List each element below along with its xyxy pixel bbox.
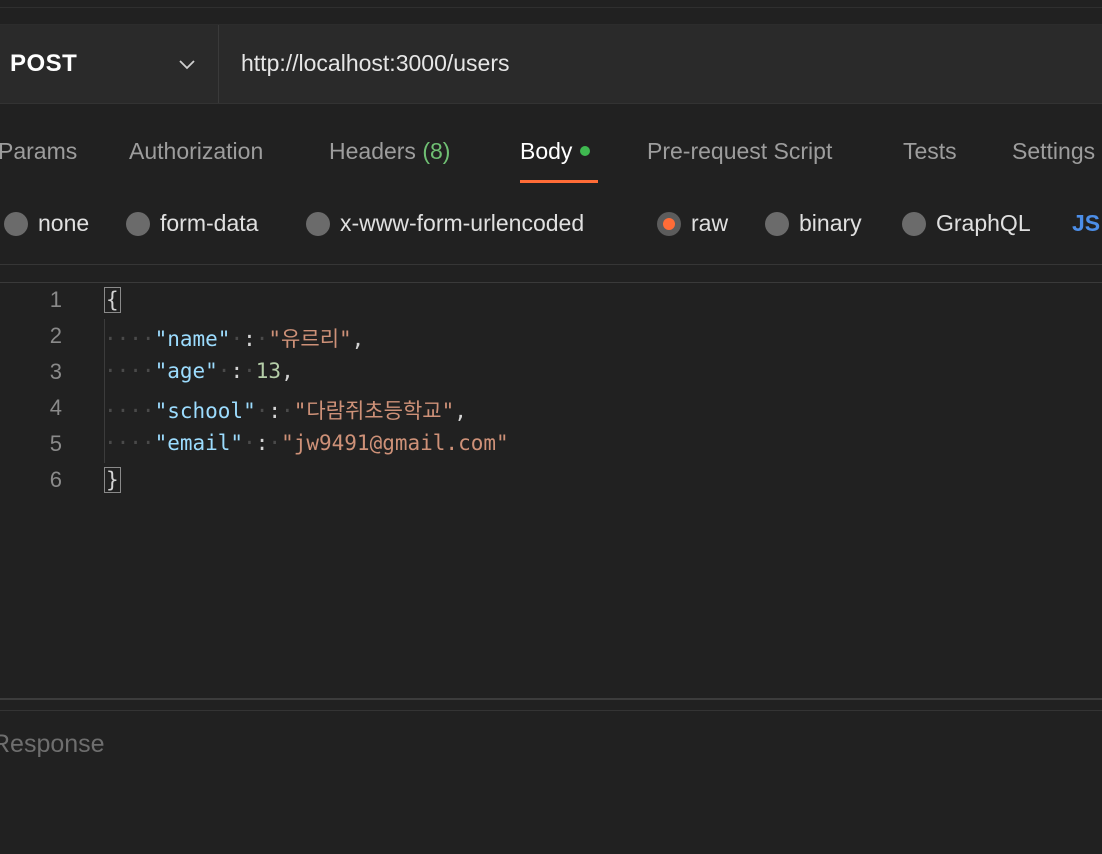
- json-key: "school": [154, 399, 256, 423]
- tab-headers-label: Headers: [329, 138, 416, 164]
- request-tabs: Params Authorization Headers (8) Body Pr…: [0, 104, 1102, 188]
- radio-label: GraphQL: [936, 210, 1031, 236]
- line-code: ····"school"·:·"다람쥐초등학교",: [104, 399, 467, 423]
- json-value: "유르리": [268, 327, 352, 351]
- editor-line: 5 ····"email"·:·"jw9491@gmail.com": [0, 431, 1102, 467]
- tab-tests[interactable]: Tests: [903, 138, 957, 165]
- radio-label: x-www-form-urlencoded: [340, 210, 585, 236]
- close-brace: }: [104, 467, 121, 493]
- line-number: 5: [49, 431, 62, 456]
- radio-circle-icon: [306, 212, 330, 236]
- json-key: "email": [154, 431, 244, 455]
- url-text: http://localhost:3000/users: [241, 50, 510, 76]
- request-editor: POST http://localhost:3000/users Params …: [0, 0, 1102, 854]
- json-key: "name": [154, 327, 231, 351]
- radio-circle-icon: [902, 212, 926, 236]
- tab-body[interactable]: Body: [520, 138, 591, 165]
- line-number: 1: [49, 287, 62, 312]
- radio-label: binary: [799, 210, 862, 236]
- line-code: }: [104, 467, 121, 493]
- body-type-options: none form-data x-www-form-urlencoded raw…: [0, 188, 1102, 265]
- json-key: "age": [154, 359, 218, 383]
- line-code: {: [104, 287, 121, 313]
- method-label: POST: [10, 50, 78, 77]
- line-number: 3: [49, 359, 62, 384]
- tab-headers[interactable]: Headers (8): [329, 138, 450, 165]
- json-value: "다람쥐초등학교": [293, 399, 455, 423]
- resize-handle[interactable]: [0, 698, 1102, 700]
- radio-circle-icon: [126, 212, 150, 236]
- line-number: 2: [49, 323, 62, 348]
- url-input[interactable]: http://localhost:3000/users: [219, 25, 1102, 103]
- radio-label: raw: [691, 210, 729, 236]
- tab-pre-request-script[interactable]: Pre-request Script: [647, 138, 832, 165]
- editor-line: 2 ····"name"·:·"유르리",: [0, 323, 1102, 359]
- tab-settings[interactable]: Settings: [1012, 138, 1095, 165]
- json-value: "jw9491@gmail.com": [281, 431, 509, 455]
- line-code: ····"name"·:·"유르리",: [104, 327, 365, 351]
- modified-dot-icon: [580, 146, 591, 156]
- radio-checked-icon: [657, 212, 681, 236]
- active-tab-indicator: [520, 180, 598, 183]
- chevron-down-icon: [179, 60, 195, 70]
- code-editor[interactable]: 1 { 2 ····"name"·:·"유르리", 3 ····"age"·:·…: [0, 283, 1102, 697]
- headers-count: (8): [422, 138, 451, 164]
- response-label: Response: [0, 730, 105, 758]
- top-strip: [0, 0, 1102, 25]
- editor-line: 6 }: [0, 467, 1102, 503]
- line-code: ····"age"·:·13,: [104, 359, 294, 383]
- tab-authorization[interactable]: Authorization: [129, 138, 263, 165]
- line-code: ····"email"·:·"jw9491@gmail.com": [104, 431, 509, 455]
- json-value: 13: [255, 359, 282, 383]
- editor-line: 3 ····"age"·:·13,: [0, 359, 1102, 395]
- editor-line: 4 ····"school"·:·"다람쥐초등학교",: [0, 395, 1102, 431]
- editor-line: 1 {: [0, 287, 1102, 323]
- open-brace: {: [104, 287, 121, 313]
- radio-label: none: [38, 210, 90, 236]
- format-select[interactable]: JS: [1072, 210, 1100, 237]
- line-number: 4: [49, 395, 62, 420]
- tab-body-label: Body: [520, 138, 573, 164]
- divider: [0, 7, 1102, 8]
- radio-circle-icon: [765, 212, 789, 236]
- divider: [0, 710, 1102, 711]
- radio-label: form-data: [160, 210, 259, 236]
- request-bar: POST http://localhost:3000/users: [0, 25, 1102, 104]
- radio-circle-icon: [4, 212, 28, 236]
- tab-params[interactable]: Params: [0, 138, 77, 165]
- line-number: 6: [49, 467, 62, 492]
- method-select[interactable]: POST: [0, 25, 219, 103]
